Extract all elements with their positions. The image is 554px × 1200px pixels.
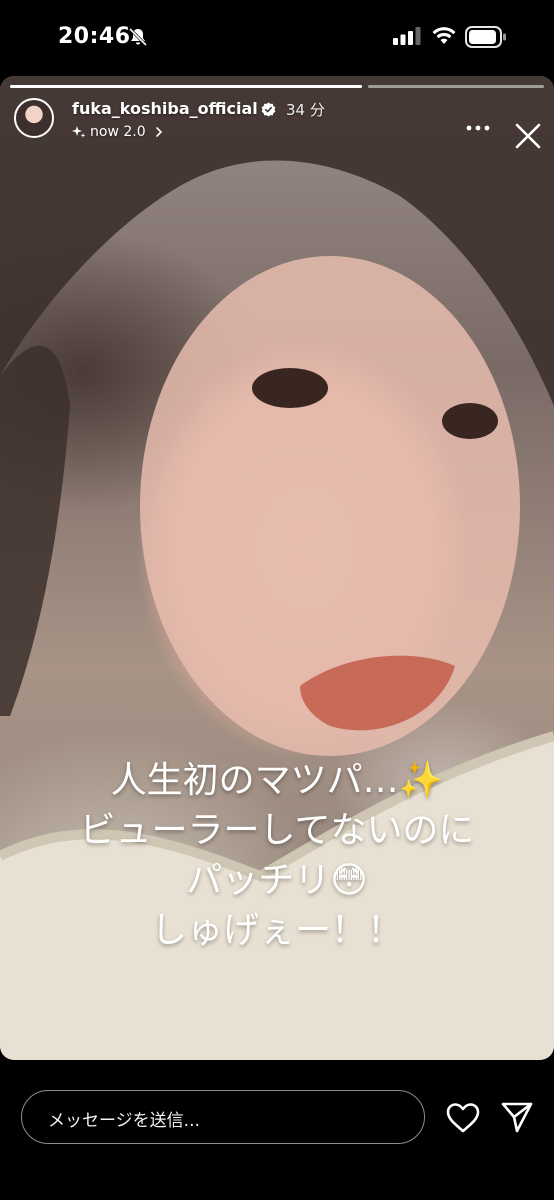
username[interactable]: fuka_koshiba_official bbox=[72, 99, 258, 118]
story-caption: 人生初のマツパ…✨ ビューラーしてないのに パッチリ😳 しゅげぇー！！ bbox=[0, 756, 554, 956]
close-icon[interactable] bbox=[512, 120, 544, 152]
chevron-right-icon bbox=[155, 127, 162, 137]
avatar[interactable] bbox=[14, 98, 54, 138]
story-progress-segment-2 bbox=[368, 85, 544, 88]
message-input[interactable]: メッセージを送信... bbox=[21, 1090, 425, 1144]
verified-badge-icon bbox=[261, 102, 276, 117]
music-label: now 2.0 bbox=[90, 124, 146, 140]
story-time-ago: 34 分 bbox=[286, 101, 325, 119]
status-time: 20:46 bbox=[58, 24, 131, 49]
message-placeholder: メッセージを送信... bbox=[48, 1111, 200, 1131]
wifi-icon bbox=[432, 27, 456, 44]
caption-line: しゅげぇー！！ bbox=[150, 910, 403, 951]
story-header: fuka_koshiba_official 34 分 now 2.0 bbox=[0, 92, 554, 152]
more-options-button[interactable] bbox=[464, 122, 492, 134]
caption-line: 人生初のマツパ…✨ bbox=[110, 760, 444, 801]
battery-icon bbox=[465, 26, 506, 48]
story-progress-segment-1 bbox=[10, 85, 362, 88]
reply-bar: メッセージを送信... bbox=[0, 1060, 554, 1200]
caption-line: パッチリ😳 bbox=[186, 860, 368, 901]
heart-icon[interactable] bbox=[446, 1102, 480, 1134]
caption-line: ビューラーしてないのに bbox=[79, 810, 475, 851]
story-viewer[interactable]: fuka_koshiba_official 34 分 now 2.0 人生初のマ… bbox=[0, 76, 554, 1060]
status-bar: 20:46 bbox=[0, 0, 554, 76]
story-progress-fill-1 bbox=[10, 85, 362, 88]
cellular-signal-icon bbox=[393, 27, 421, 45]
music-attribution[interactable]: now 2.0 bbox=[72, 122, 164, 142]
bell-off-icon bbox=[128, 27, 148, 47]
send-icon[interactable] bbox=[500, 1100, 534, 1134]
sparkle-icon bbox=[72, 126, 86, 138]
